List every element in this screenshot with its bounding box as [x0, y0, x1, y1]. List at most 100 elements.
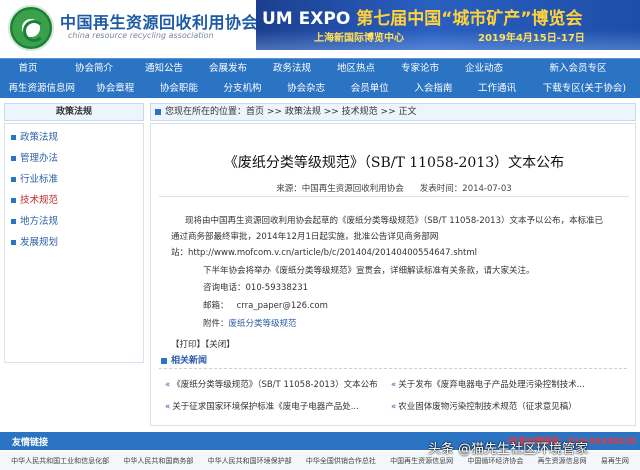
arrow-icon: « [391, 402, 397, 412]
association-logo[interactable] [8, 5, 54, 51]
nav-item[interactable]: 会展发布 [196, 59, 260, 79]
breadcrumb-trail: 首页 >> 政策法规 >> 技术规范 >> 正文 [246, 107, 417, 117]
print-close-buttons[interactable]: 【打印】【关闭】 [171, 338, 235, 350]
nav-row-primary: 首页 协会简介 通知公告 会展发布 政务法规 地区热点 专家论市 企业动态 新入会员专区 [0, 59, 640, 79]
footer-link[interactable]: 中华全国供销合作总社 [306, 456, 376, 466]
sidebar-heading: 政策法规 [4, 103, 144, 121]
article-source: 来源：中国再生资源回收利用协会 [276, 184, 404, 194]
nav-item[interactable]: 再生资源信息网 [0, 79, 83, 99]
watermark: 头条 @猫先生社区环境管家 [428, 442, 589, 457]
expo-banner[interactable]: UM EXPO 第七届中国“城市矿产”博览会 上海新国际博览中心 2019年4月… [256, 0, 640, 50]
sidebar: 政策法规管理办法行业标准技术规范地方法规发展规划 [4, 123, 144, 363]
attachment-label: 附件： [203, 319, 229, 329]
breadcrumb: 您现在所在的位置：首页 >> 政策法规 >> 技术规范 >> 正文 [150, 103, 636, 121]
nav-item[interactable]: 地区热点 [324, 59, 388, 79]
sidebar-item[interactable]: 技术规范 [11, 192, 58, 206]
nav-item[interactable]: 专家论市 [388, 59, 452, 79]
article-paragraph-line: 通过商务部最终审批，2014年12月1日起实施，批准公告详见商务部网 [171, 232, 439, 242]
article-paragraph-line[interactable]: 站：http://www.mofcom.v.cn/article/b/c/201… [171, 246, 477, 258]
related-news-link[interactable]: «关于征求国家环境保护标准《废电子电器产品处... [165, 400, 359, 412]
bullet-icon [11, 240, 16, 245]
bullet-icon [11, 198, 16, 203]
nav-item[interactable]: 政务法规 [260, 59, 324, 79]
footer-link[interactable]: 易再生网 [601, 456, 629, 466]
footer-link[interactable]: 中华人民共和国商务部 [123, 456, 193, 466]
email-link[interactable]: crra_paper@126.com [237, 301, 328, 311]
nav-item[interactable]: 协会杂志 [274, 79, 338, 99]
nav-item[interactable]: 分支机构 [211, 79, 275, 99]
banner-date: 2019年4月15日-17日 [478, 33, 585, 44]
related-news-link[interactable]: «关于发布《废弃电器电子产品处理污染控制技术... [391, 378, 585, 390]
breadcrumb-link[interactable]: 首页 [246, 107, 264, 117]
nav-item[interactable]: 入会指南 [402, 79, 466, 99]
banner-venue: 上海新国际博览中心 [314, 33, 404, 44]
breadcrumb-separator: >> [377, 107, 399, 117]
sidebar-item-label: 政策法规 [20, 132, 59, 143]
site-subtitle: china resource recycling association [68, 31, 214, 40]
related-news-heading: 相关新闻 [159, 353, 627, 369]
footer-link[interactable]: 再生资源信息网 [538, 456, 587, 466]
nav-item[interactable]: 企业动态 [452, 59, 516, 79]
nav-item[interactable]: 首页 [0, 59, 56, 79]
banner-expo-name: UM EXPO [262, 9, 357, 29]
site-title[interactable]: 中国再生资源回收利用协会 [60, 9, 258, 33]
footer-link[interactable]: 中国循环经济协会 [467, 456, 523, 466]
breadcrumb-link[interactable]: 技术规范 [342, 107, 378, 117]
breadcrumb-separator: >> [264, 107, 285, 117]
article-title: 《废纸分类等级规范》（SB/T 11058-2013）文本公布 [223, 155, 565, 171]
sidebar-item-label: 行业标准 [20, 174, 59, 185]
bullet-icon [11, 219, 16, 224]
nav-item[interactable]: 协会简介 [56, 59, 132, 79]
related-news-link[interactable]: «《废纸分类等级规范》（SB/T 11058-2013）文本公布 [165, 378, 378, 390]
breadcrumb-separator: >> [320, 107, 342, 117]
related-news-title: 相关新闻 [171, 356, 208, 366]
sidebar-item-label: 技术规范 [20, 195, 59, 206]
related-news-link[interactable]: «农业固体废物污染控制技术规范（征求意见稿） [391, 400, 577, 412]
main-nav: 首页 协会简介 通知公告 会展发布 政务法规 地区热点 专家论市 企业动态 新入会员专区 再生资… [0, 58, 640, 98]
sidebar-item[interactable]: 行业标准 [11, 171, 58, 185]
sidebar-item[interactable]: 发展规划 [11, 234, 58, 248]
sidebar-item[interactable]: 地方法规 [11, 213, 58, 227]
footer-link[interactable]: 中国再生资源信息网 [390, 456, 453, 466]
nav-item[interactable]: 协会章程 [83, 79, 147, 99]
footer-link[interactable]: 中华人民共和国环境保护部 [208, 456, 292, 466]
nav-item[interactable]: 下载专区(关于协会) [529, 79, 640, 99]
email-label: 邮箱： [203, 301, 229, 311]
bullet-icon [11, 135, 16, 140]
article-time: 发表时间：2014-07-03 [419, 184, 512, 194]
sidebar-item-label: 管理办法 [20, 153, 59, 164]
article-paragraph-line: 下半年协会将举办《废纸分类等级规范》宣贯会，详细解读标准有关条款，请大家关注。 [203, 266, 535, 276]
related-news-text: 《废纸分类等级规范》（SB/T 11058-2013）文本公布 [172, 380, 378, 390]
article-paragraph-line: 现将由中国再生资源回收利用协会起草的《废纸分类等级规范》（SB/T 11058-… [185, 216, 603, 226]
related-news-text: 关于发布《废弃电器电子产品处理污染控制技术... [398, 380, 585, 390]
divider [159, 196, 629, 197]
related-news-text: 关于征求国家环境保护标准《废电子电器产品处... [172, 402, 359, 412]
article-panel: 《废纸分类等级规范》（SB/T 11058-2013）文本公布 来源：中国再生资… [150, 123, 636, 426]
related-news-text: 农业固体废物污染控制技术规范（征求意见稿） [398, 402, 577, 412]
breadcrumb-link[interactable]: 正文 [399, 107, 417, 117]
article-meta: 来源：中国再生资源回收利用协会 发表时间：2014-07-03 [151, 182, 637, 194]
contact-email-row: 邮箱： crra_paper@126.com [203, 299, 328, 311]
nav-item[interactable]: 协会职能 [147, 79, 211, 99]
banner-expo-title: 第七届中国“城市矿产”博览会 [356, 9, 583, 29]
breadcrumb-link[interactable]: 政策法规 [285, 107, 321, 117]
attachment-row: 附件：废纸分类等级规范 [203, 317, 297, 329]
footer-link[interactable]: 中华人民共和国工业和信息化部 [11, 456, 109, 466]
banner-headline: UM EXPO 第七届中国“城市矿产”博览会 [262, 4, 583, 29]
contact-phone: 咨询电话：010-59338231 [203, 283, 309, 293]
attachment-link[interactable]: 废纸分类等级规范 [229, 319, 297, 329]
sidebar-item[interactable]: 政策法规 [11, 129, 58, 143]
sidebar-item[interactable]: 管理办法 [11, 150, 58, 164]
arrow-icon: « [391, 380, 397, 390]
nav-item[interactable]: 工作通讯 [465, 79, 529, 99]
nav-item[interactable]: 会员单位 [338, 79, 402, 99]
bullet-icon [11, 156, 16, 161]
related-bullet-icon [161, 358, 167, 364]
sidebar-item-label: 发展规划 [20, 237, 59, 248]
friend-links-label: 友情链接 [12, 438, 49, 448]
breadcrumb-prefix: 您现在所在的位置： [165, 107, 247, 117]
arrow-icon: « [165, 402, 171, 412]
breadcrumb-icon [155, 109, 161, 115]
nav-item[interactable]: 通知公告 [132, 59, 196, 79]
nav-item[interactable]: 新入会员专区 [516, 59, 640, 79]
